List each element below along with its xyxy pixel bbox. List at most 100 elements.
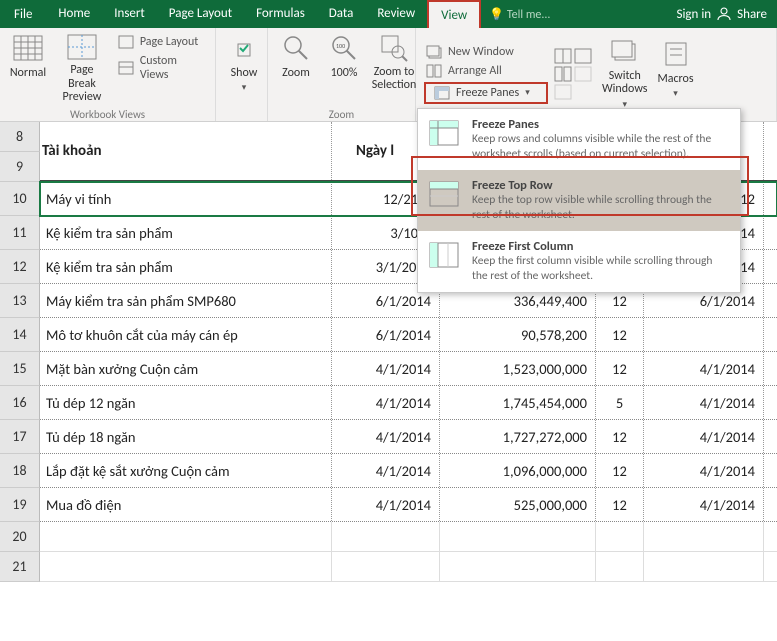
cell[interactable]: Mua đồ điện [40, 488, 332, 521]
table-row[interactable]: Mô tơ khuôn cắt của máy cán ép6/1/201490… [40, 318, 777, 352]
freeze-panes-menu: Freeze Panes Keep rows and columns visib… [417, 108, 741, 293]
cell[interactable]: Máy kiểm tra sản phẩm SMP680 [40, 284, 332, 317]
file-button[interactable]: File [0, 7, 46, 22]
macros-button[interactable]: Macros ▾ [652, 36, 700, 112]
row-header[interactable]: 16 [0, 386, 40, 420]
tab-home[interactable]: Home [46, 0, 102, 28]
row-header[interactable]: 10 [0, 182, 40, 216]
menu-item-desc: Keep the first column visible while scro… [472, 254, 730, 284]
tab-view[interactable]: View [427, 0, 481, 28]
cell[interactable]: 90,578,200 [440, 318, 596, 351]
table-row[interactable] [40, 552, 777, 582]
chevron-down-icon: ▾ [242, 82, 247, 93]
cell[interactable]: Lắp đặt kệ sắt xưởng Cuộn cảm [40, 454, 332, 487]
cell[interactable]: 1,745,454,000 [440, 386, 596, 419]
arrange-all-icon [426, 64, 442, 78]
custom-views-icon [118, 61, 134, 75]
tab-insert[interactable]: Insert [102, 0, 157, 28]
freeze-panes-button[interactable]: Freeze Panes ▾ [430, 84, 542, 102]
cell[interactable]: 12 [596, 352, 644, 385]
table-row[interactable]: Mặt bàn xưởng Cuộn cảm4/1/20141,523,000,… [40, 352, 777, 386]
row-header[interactable]: 20 [0, 522, 40, 552]
cell[interactable]: 4/1/2014 [644, 352, 764, 385]
row-header[interactable]: 19 [0, 488, 40, 522]
table-row[interactable]: Tủ dép 18 ngăn4/1/20141,727,272,000124/1… [40, 420, 777, 454]
cell[interactable]: 4/1/2014 [644, 420, 764, 453]
cell[interactable]: 1,727,272,000 [440, 420, 596, 453]
cell[interactable]: Kệ kiểm tra sản phẩm [40, 216, 332, 249]
cell[interactable] [644, 318, 764, 351]
cell[interactable]: 525,000,000 [440, 488, 596, 521]
arrange-all-button[interactable]: Arrange All [422, 63, 548, 79]
view-side-icon[interactable] [554, 66, 572, 82]
freeze-top-row-menu-item[interactable]: Freeze Top Row Keep the top row visible … [418, 170, 740, 231]
cell[interactable]: 6/1/2014 [332, 318, 440, 351]
tab-data[interactable]: Data [317, 0, 366, 28]
page-break-preview-button[interactable]: Page Break Preview [52, 30, 112, 106]
row-header[interactable]: 13 [0, 284, 40, 318]
cell[interactable]: 1,523,000,000 [440, 352, 596, 385]
switch-windows-button[interactable]: Switch Windows ▾ [598, 36, 652, 112]
cell[interactable]: 4/1/2014 [644, 488, 764, 521]
show-button[interactable]: Show ▾ [220, 30, 268, 106]
cell[interactable]: Tủ dép 18 ngăn [40, 420, 332, 453]
tab-formulas[interactable]: Formulas [244, 0, 317, 28]
hide-icon[interactable] [574, 48, 592, 64]
cell[interactable]: Tủ dép 12 ngăn [40, 386, 332, 419]
group-workbook-views: Normal Page Break Preview Page Layout Cu… [0, 28, 216, 121]
tell-me[interactable]: 💡 Tell me... [481, 7, 558, 22]
zoom-to-selection-button[interactable]: Zoom to Selection [368, 30, 420, 106]
cell[interactable]: Mô tơ khuôn cắt của máy cán ép [40, 318, 332, 351]
cell[interactable]: 4/1/2014 [332, 488, 440, 521]
normal-view-button[interactable]: Normal [4, 30, 52, 106]
cell[interactable]: Máy vi tính [40, 182, 332, 215]
hundred-percent-button[interactable]: 100 100% [320, 30, 368, 106]
cell[interactable]: Kệ kiểm tra sản phẩm [40, 250, 332, 283]
page-layout-button[interactable]: Page Layout [114, 34, 209, 50]
freeze-first-column-menu-item[interactable]: Freeze First Column Keep the first colum… [418, 231, 740, 292]
freeze-panes-menu-item[interactable]: Freeze Panes Keep rows and columns visib… [418, 109, 740, 170]
cell[interactable]: 4/1/2014 [332, 454, 440, 487]
sign-in[interactable]: Sign in Share [666, 5, 777, 23]
row-header[interactable]: 17 [0, 420, 40, 454]
tab-review[interactable]: Review [365, 0, 427, 28]
sync-scroll-icon[interactable] [574, 66, 592, 82]
row-header[interactable]: 14 [0, 318, 40, 352]
menu-item-desc: Keep rows and columns visible while the … [472, 132, 730, 162]
freeze-top-row-icon [428, 178, 460, 210]
table-row[interactable] [40, 522, 777, 552]
row-header[interactable]: 9 [0, 152, 40, 182]
cell[interactable]: 12 [596, 420, 644, 453]
cell[interactable]: 12 [596, 318, 644, 351]
page-layout-icon [118, 35, 134, 49]
cell[interactable]: 4/1/2014 [644, 386, 764, 419]
table-row[interactable]: Tủ dép 12 ngăn4/1/20141,745,454,00054/1/… [40, 386, 777, 420]
switch-windows-icon [609, 38, 641, 69]
tab-page-layout[interactable]: Page Layout [157, 0, 244, 28]
custom-views-button[interactable]: Custom Views [114, 53, 209, 83]
row-header[interactable]: 18 [0, 454, 40, 488]
row-header[interactable]: 15 [0, 352, 40, 386]
group-zoom: Zoom 100 100% Zoom to Selection Zoom [268, 28, 416, 121]
cell[interactable]: 4/1/2014 [332, 386, 440, 419]
split-icon[interactable] [554, 48, 572, 64]
new-window-button[interactable]: New Window [422, 44, 548, 60]
reset-window-icon[interactable] [554, 84, 572, 100]
cell[interactable]: 5 [596, 386, 644, 419]
col-header[interactable]: Tài khoản [40, 122, 332, 180]
cell[interactable]: 4/1/2014 [332, 420, 440, 453]
cell[interactable]: 1,096,000,000 [440, 454, 596, 487]
cell[interactable]: 12 [596, 454, 644, 487]
cell[interactable]: 4/1/2014 [644, 454, 764, 487]
row-header[interactable]: 11 [0, 216, 40, 250]
row-header[interactable]: 12 [0, 250, 40, 284]
table-row[interactable]: Mua đồ điện4/1/2014525,000,000124/1/2014 [40, 488, 777, 522]
zoom-button[interactable]: Zoom [272, 30, 320, 106]
cell[interactable]: Mặt bàn xưởng Cuộn cảm [40, 352, 332, 385]
row-header[interactable]: 8 [0, 122, 40, 152]
row-header[interactable]: 21 [0, 552, 40, 582]
table-row[interactable]: Lắp đặt kệ sắt xưởng Cuộn cảm4/1/20141,0… [40, 454, 777, 488]
cell[interactable]: 4/1/2014 [332, 352, 440, 385]
cell[interactable]: 12 [596, 488, 644, 521]
menu-item-title: Freeze Panes [472, 117, 730, 132]
